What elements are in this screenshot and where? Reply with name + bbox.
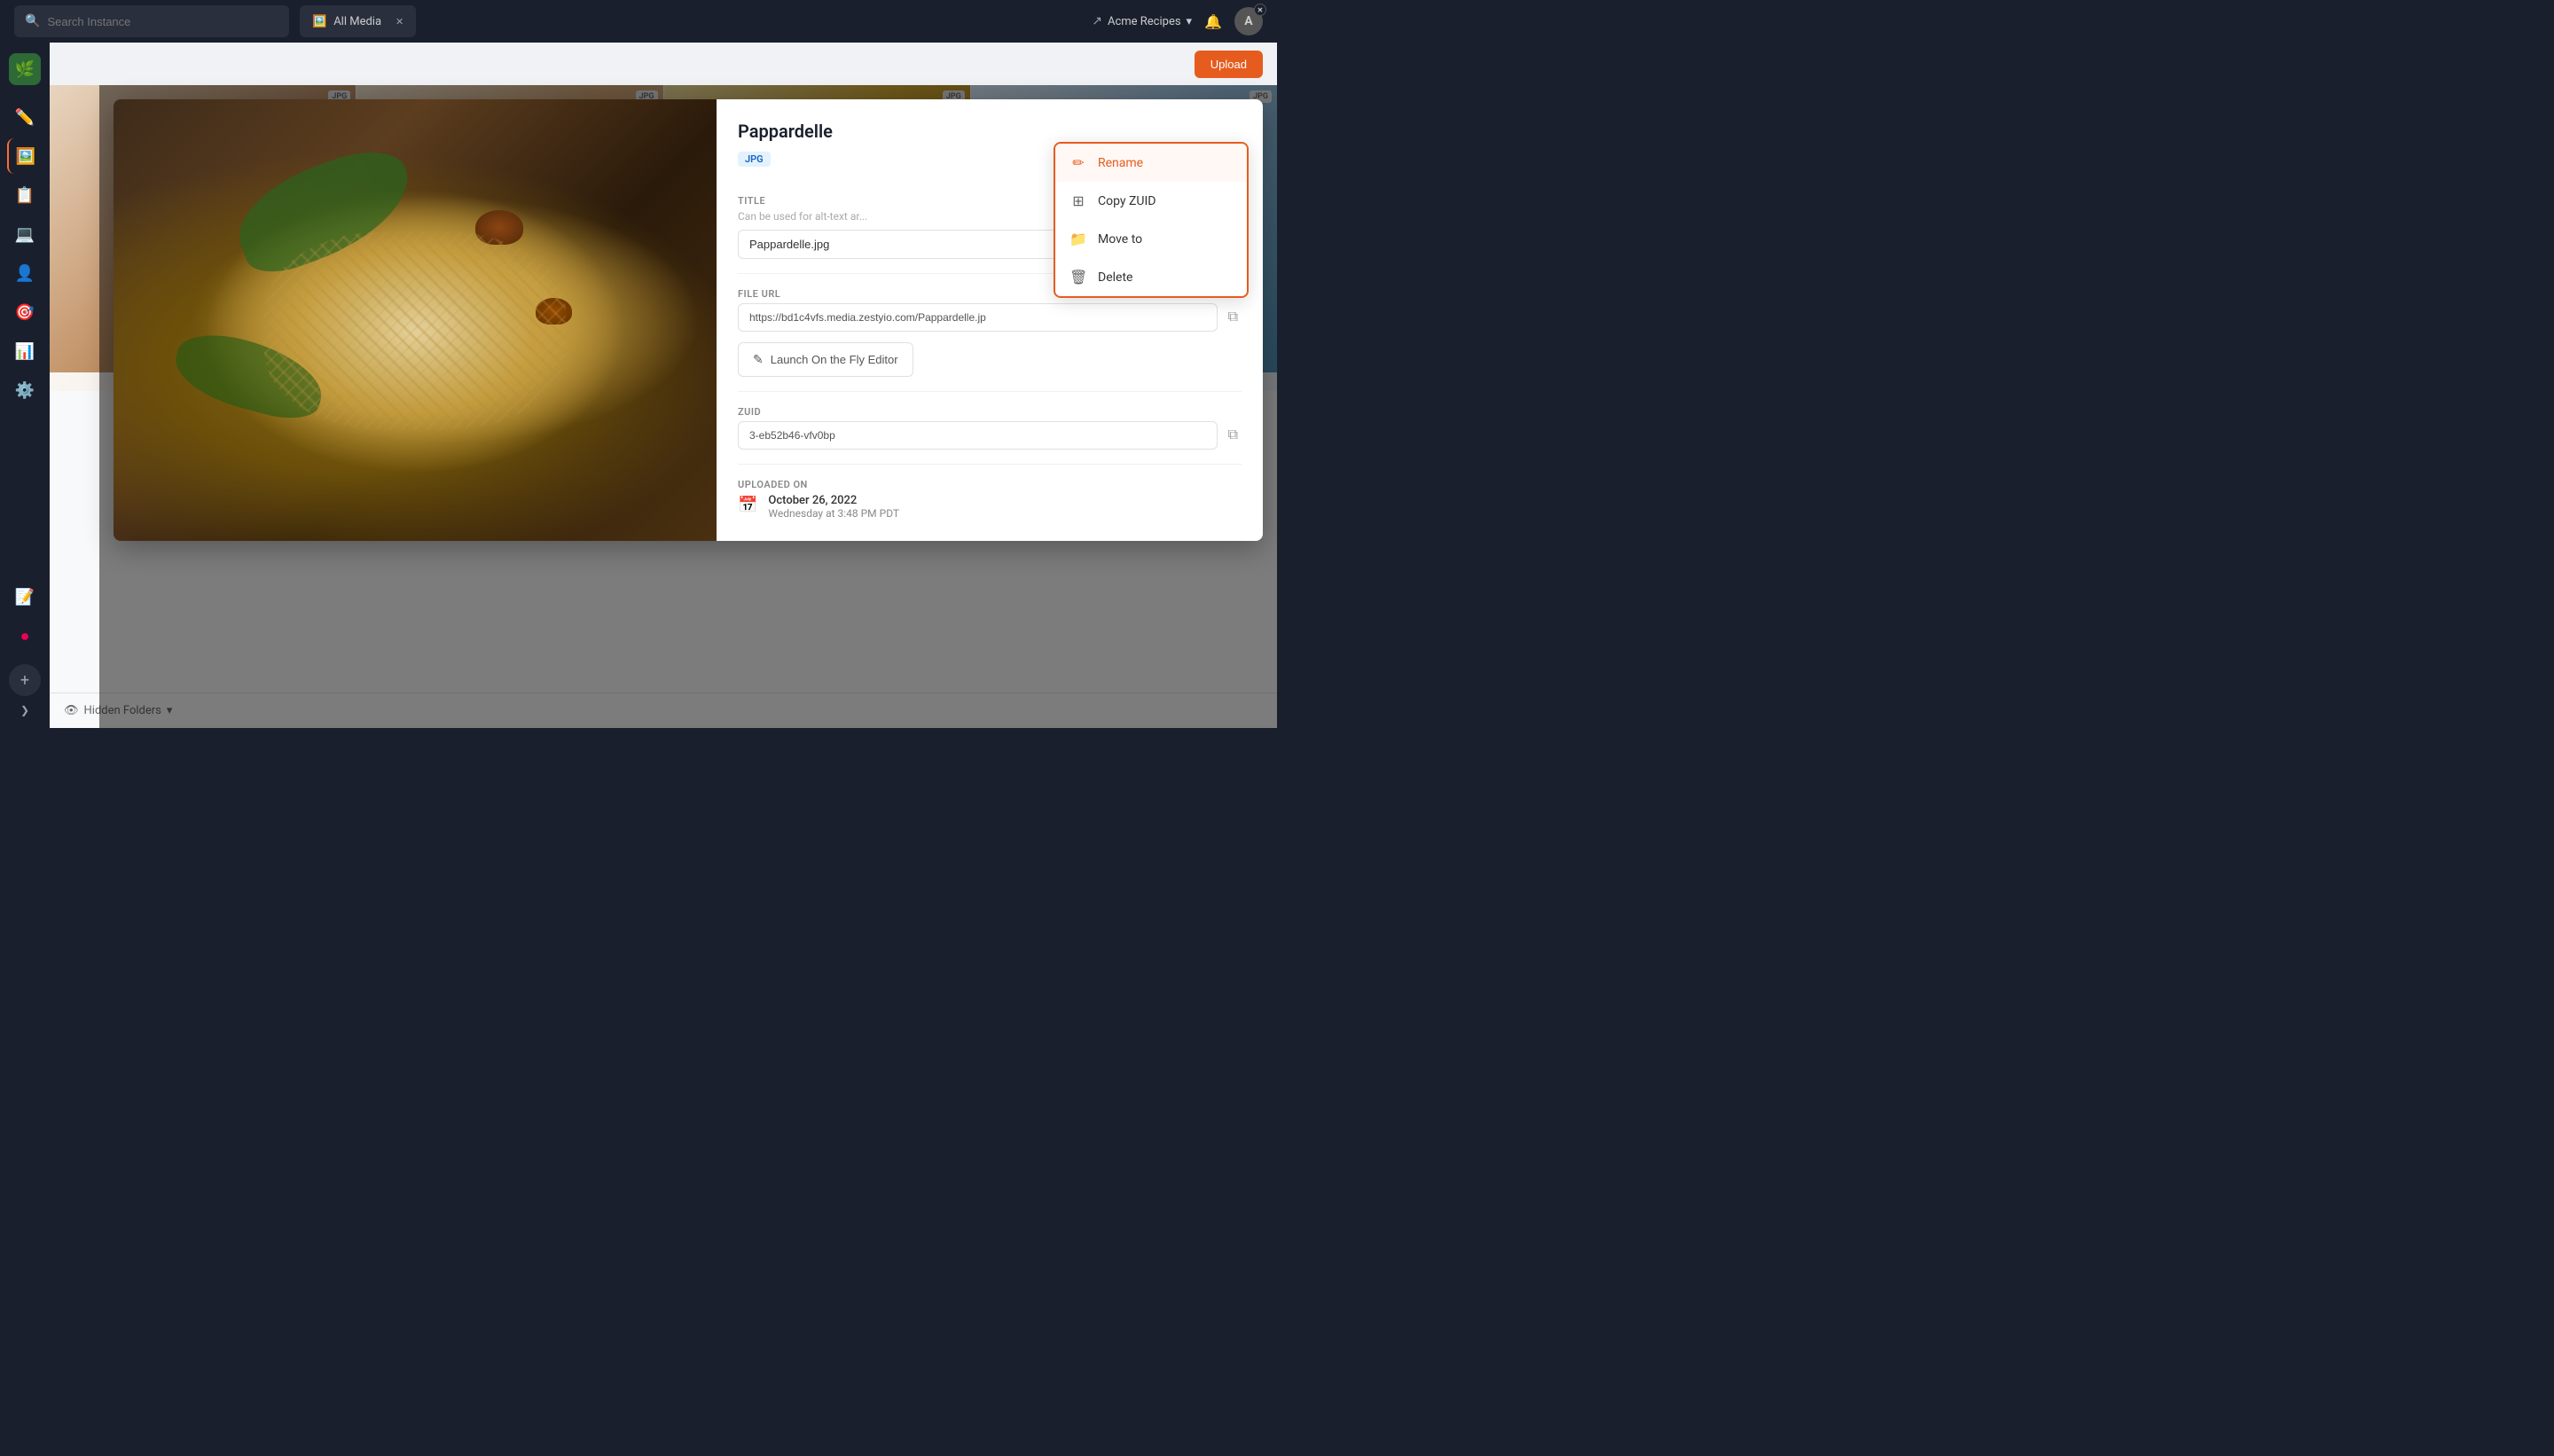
modal: Pappardelle JPG Title Can be used for al… (114, 99, 1263, 541)
search-input[interactable] (47, 15, 278, 28)
sidebar: 🌿 ✏️ 🖼️ 📋 💻 👤 🎯 📊 ⚙️ 📝 ● + ❯ (0, 43, 50, 728)
delete-label: Delete (1098, 270, 1132, 285)
pasta-image (114, 99, 717, 541)
divider-2 (738, 391, 1242, 392)
sidebar-bottom: 📝 ● + ❯ (7, 579, 43, 717)
sidebar-expand-button[interactable]: ❯ (9, 703, 41, 717)
sidebar-item-notes[interactable]: 📝 (7, 579, 43, 614)
image-type-badge: JPG (738, 152, 771, 167)
chevron-down-icon: ▾ (1187, 15, 1193, 28)
avatar-close-icon: ✕ (1254, 4, 1266, 16)
calendar-icon: 📅 (738, 496, 757, 514)
upload-date-row: 📅 October 26, 2022 Wednesday at 3:48 PM … (738, 494, 1242, 520)
upload-date: October 26, 2022 (768, 494, 899, 507)
avatar[interactable]: A ✕ (1234, 7, 1263, 35)
launch-editor-button[interactable]: ✎ Launch On the Fly Editor (738, 342, 913, 377)
upload-date-info: October 26, 2022 Wednesday at 3:48 PM PD… (768, 494, 899, 520)
food-mushroom-2 (536, 298, 572, 325)
delete-icon: 🗑 (1069, 269, 1087, 286)
context-menu-move-to[interactable]: 📁 Move to (1055, 220, 1247, 258)
divider-3 (738, 464, 1242, 465)
sidebar-item-seo[interactable]: 🎯 (7, 294, 43, 330)
external-link-icon: ↗ (1092, 14, 1102, 28)
copy-zuidid-icon: ⊞ (1069, 192, 1087, 209)
sidebar-item-media[interactable]: 🖼️ (7, 138, 43, 174)
file-url-input[interactable] (738, 303, 1218, 332)
food-garnish-1 (224, 137, 425, 282)
tab-close-icon[interactable]: ✕ (396, 16, 403, 27)
sidebar-add-button[interactable]: + (9, 664, 41, 696)
search-icon: 🔍 (25, 14, 40, 28)
upload-button[interactable]: Upload (1195, 51, 1263, 78)
main-area: Upload JPG Pizza.jpg JPG Noodles.jpg JPG… (50, 43, 1277, 728)
search-input-wrapper[interactable]: 🔍 (14, 5, 289, 37)
notification-bell-icon[interactable]: 🔔 (1204, 13, 1222, 30)
instance-label: ↗ Acme Recipes ▾ (1092, 14, 1192, 28)
launch-editor-label: Launch On the Fly Editor (771, 353, 898, 366)
zuid-field-label: ZUID (738, 406, 1242, 418)
instance-name: Acme Recipes (1108, 15, 1181, 28)
rename-icon: ✏ (1069, 154, 1087, 171)
sidebar-item-edit[interactable]: ✏️ (7, 99, 43, 135)
sidebar-item-settings[interactable]: ⚙️ (7, 372, 43, 408)
sidebar-item-status[interactable]: ● (7, 618, 43, 654)
pencil-icon: ✎ (753, 352, 764, 367)
modal-info-panel: Pappardelle JPG Title Can be used for al… (717, 99, 1263, 541)
context-menu-copy-zuid[interactable]: ⊞ Copy ZUID (1055, 182, 1247, 220)
top-bar-right: ↗ Acme Recipes ▾ 🔔 A ✕ (1092, 7, 1263, 35)
app-logo[interactable]: 🌿 (9, 53, 41, 85)
sidebar-item-code[interactable]: 💻 (7, 216, 43, 252)
top-bar: 🔍 🖼️ All Media ✕ ↗ Acme Recipes ▾ 🔔 A ✕ (0, 0, 1277, 43)
zuid-input[interactable] (738, 421, 1218, 450)
zuid-row: ⧉ (738, 421, 1242, 450)
food-mushroom-1 (475, 210, 523, 246)
file-url-row: ⧉ (738, 303, 1242, 332)
modal-image-panel (114, 99, 717, 541)
move-to-label: Move to (1098, 232, 1142, 247)
context-menu: ✏ Rename ⊞ Copy ZUID 📁 Move to 🗑 Delete (1054, 142, 1249, 298)
sidebar-item-analytics[interactable]: 📊 (7, 333, 43, 369)
upload-bar: Upload (1180, 43, 1277, 85)
context-menu-rename[interactable]: ✏ Rename (1055, 144, 1247, 182)
tab-label: All Media (333, 15, 381, 28)
copy-zuid-button[interactable]: ⧉ (1225, 424, 1242, 447)
copy-zuidid-label: Copy ZUID (1098, 194, 1156, 208)
food-garnish-2 (168, 324, 331, 427)
rename-label: Rename (1098, 156, 1143, 170)
modal-title: Pappardelle (738, 121, 1242, 142)
all-media-tab[interactable]: 🖼️ All Media ✕ (300, 5, 416, 37)
uploaded-on-label: UPLOADED ON (738, 479, 1242, 490)
sidebar-item-content[interactable]: 📋 (7, 177, 43, 213)
eye-icon: 👁 (64, 704, 79, 717)
context-menu-delete[interactable]: 🗑 Delete (1055, 258, 1247, 296)
modal-overlay: Pappardelle JPG Title Can be used for al… (99, 85, 1277, 728)
copy-url-button[interactable]: ⧉ (1225, 306, 1242, 329)
move-to-icon: 📁 (1069, 231, 1087, 247)
upload-time: Wednesday at 3:48 PM PDT (768, 507, 899, 520)
sidebar-item-users[interactable]: 👤 (7, 255, 43, 291)
media-tab-icon: 🖼️ (312, 15, 326, 28)
uploaded-on-section: UPLOADED ON 📅 October 26, 2022 Wednesday… (738, 479, 1242, 520)
